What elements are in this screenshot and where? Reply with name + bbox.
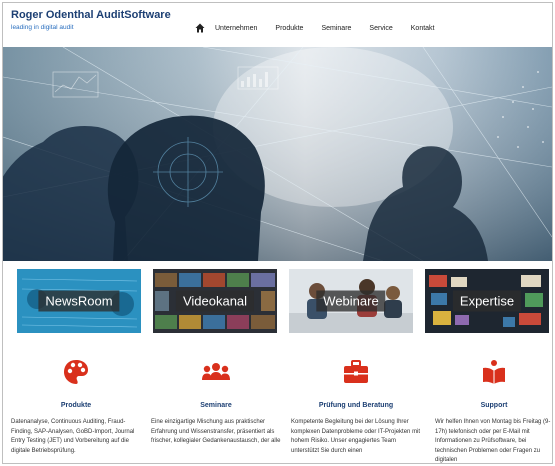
brand-tagline: leading in digital audit [11, 24, 74, 31]
tile-newsroom[interactable]: NewsRoom [17, 269, 141, 333]
briefcase-icon[interactable] [341, 358, 371, 386]
hero-image [3, 47, 552, 261]
home-icon[interactable] [195, 23, 205, 33]
feature-title[interactable]: Support [435, 402, 552, 409]
nav-item-kontakt[interactable]: Kontakt [411, 25, 435, 32]
nav-item-unternehmen[interactable]: Unternehmen [215, 25, 257, 32]
tile-videokanal[interactable]: Videokanal [153, 269, 277, 333]
feature-title[interactable]: Prüfung und Beratung [291, 402, 421, 409]
tile-expertise[interactable]: Expertise [425, 269, 549, 333]
feature-columns: Produkte Datenanalyse, Continuous Auditi… [3, 358, 552, 463]
palette-icon[interactable] [62, 358, 90, 386]
main-nav: Unternehmen Produkte Seminare Service Ko… [195, 23, 453, 33]
feature-tiles: NewsRoom Videokanal Webinare Expertise [17, 269, 552, 333]
page-frame: Roger Odenthal AuditSoftware leading in … [2, 2, 553, 464]
feature-title[interactable]: Produkte [11, 402, 141, 409]
feature-title[interactable]: Seminare [151, 402, 281, 409]
tile-label: NewsRoom [38, 290, 120, 312]
tile-webinare[interactable]: Webinare [289, 269, 413, 333]
feature-text: Datenanalyse, Continuous Auditing, Fraud… [11, 419, 135, 454]
feature-text: Kompetente Begleitung bei der Lösung Ihr… [291, 419, 421, 454]
site-header: Roger Odenthal AuditSoftware leading in … [3, 3, 552, 47]
book-icon[interactable] [480, 358, 508, 386]
tile-label: Videokanal [175, 290, 255, 312]
nav-item-seminare[interactable]: Seminare [321, 25, 351, 32]
feature-text: Wir helfen Ihnen von Montag bis Freitag … [435, 419, 551, 463]
nav-item-service[interactable]: Service [369, 25, 392, 32]
tile-label: Webinare [316, 290, 386, 312]
tile-label: Expertise [452, 290, 522, 312]
feature-text: Eine einzigartige Mischung aus praktisch… [151, 419, 281, 444]
brand-title[interactable]: Roger Odenthal AuditSoftware [11, 9, 171, 21]
users-icon[interactable] [200, 358, 232, 386]
nav-item-produkte[interactable]: Produkte [275, 25, 303, 32]
